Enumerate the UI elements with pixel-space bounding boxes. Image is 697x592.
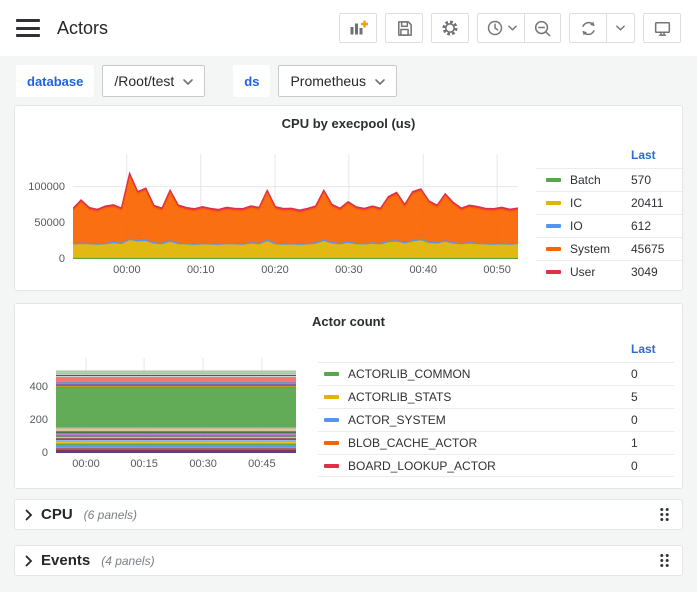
series-last-value: 20411	[631, 196, 663, 210]
panel-title[interactable]: Actor count	[15, 304, 682, 334]
legend-row[interactable]: ACTOR_SYSTEM 0	[318, 408, 674, 431]
actor-count-legend: Last ACTORLIB_COMMON 0 ACTORLIB_STATS 5 …	[318, 342, 674, 477]
save-icon	[395, 19, 414, 38]
legend-row[interactable]: IO 612	[536, 214, 682, 237]
series-last-value: 0	[631, 413, 638, 427]
series-last-value: 612	[631, 219, 651, 233]
legend-row[interactable]: BLOB_CACHE_ACTOR 1	[318, 431, 674, 454]
series-swatch	[324, 372, 339, 376]
row-drag-handle-icon[interactable]	[659, 507, 670, 522]
chevron-down-icon	[508, 25, 517, 31]
row-title: Events	[41, 552, 90, 569]
refresh-interval-dropdown[interactable]	[606, 14, 634, 42]
tv-mode-monitor-icon	[653, 19, 672, 38]
settings-button[interactable]	[432, 14, 468, 42]
series-swatch	[546, 247, 561, 251]
row-panel-count: (4 panels)	[101, 554, 154, 568]
zoom-out-icon	[533, 19, 552, 38]
refresh-icon	[579, 19, 598, 38]
top-nav-bar: Actors	[0, 0, 697, 56]
add-panel-button[interactable]	[340, 14, 376, 42]
series-swatch	[546, 224, 561, 228]
dashboard-toolbar	[339, 13, 681, 43]
actor-count-plot-area[interactable]	[56, 358, 296, 453]
series-swatch	[546, 270, 561, 274]
variable-database-dropdown[interactable]: /Root/test	[102, 65, 205, 97]
chevron-right-icon	[25, 509, 33, 521]
refresh-button[interactable]	[570, 14, 606, 42]
time-range-picker-button[interactable]	[478, 14, 524, 42]
variable-ds-dropdown[interactable]: Prometheus	[278, 65, 396, 97]
dashboard-grid: CPU by execpool (us) 050000100000 00:000…	[0, 105, 697, 576]
row-drag-handle-icon[interactable]	[659, 553, 670, 568]
variable-ds-value: Prometheus	[290, 73, 365, 89]
legend-row[interactable]: ACTORLIB_COMMON 0	[318, 362, 674, 385]
row-panel-count: (6 panels)	[84, 508, 137, 522]
series-last-value: 45675	[631, 242, 664, 256]
series-name: User	[570, 265, 595, 279]
save-dashboard-button[interactable]	[386, 14, 422, 42]
chevron-down-icon	[375, 79, 385, 85]
add-panel-icon	[348, 18, 368, 38]
zoom-out-button[interactable]	[524, 14, 560, 42]
row-events-collapsed[interactable]: Events (4 panels)	[14, 545, 683, 576]
row-cpu-collapsed[interactable]: CPU (6 panels)	[14, 499, 683, 530]
series-last-value: 570	[631, 173, 651, 187]
dashboard-title: Actors	[57, 18, 108, 39]
legend-row[interactable]: User 3049	[536, 260, 682, 283]
series-swatch	[324, 418, 339, 422]
chevron-down-icon	[183, 79, 193, 85]
series-swatch	[546, 201, 561, 205]
variable-ds-label: ds	[233, 65, 270, 97]
menu-hamburger-icon[interactable]	[16, 19, 40, 37]
legend-sort-last[interactable]: Last	[318, 342, 674, 362]
series-last-value: 0	[631, 459, 638, 473]
series-swatch	[324, 395, 339, 399]
legend-row[interactable]: BOARD_LOOKUP_ACTOR 0	[318, 454, 674, 477]
series-name: BLOB_CACHE_ACTOR	[348, 436, 477, 450]
series-name: ACTORLIB_COMMON	[348, 367, 470, 381]
legend-row[interactable]: Batch 570	[536, 168, 682, 191]
cpu-execpool-chart[interactable]: 050000100000 00:0000:1000:2000:3000:4000…	[15, 154, 518, 279]
series-last-value: 1	[631, 436, 638, 450]
cpu-execpool-legend: Last Batch 570 IC 20411 IO 612	[536, 148, 682, 283]
legend-row[interactable]: IC 20411	[536, 191, 682, 214]
series-last-value: 5	[631, 390, 638, 404]
tv-mode-button[interactable]	[644, 14, 680, 42]
series-name: Batch	[570, 173, 601, 187]
variable-database-value: /Root/test	[114, 73, 174, 89]
series-name: IO	[570, 219, 583, 233]
panel-actor-count: Actor count 0200400 00:0000:1500:3000:45…	[14, 303, 683, 489]
series-name: System	[570, 242, 610, 256]
legend-row[interactable]: ACTORLIB_STATS 5	[318, 385, 674, 408]
x-axis-labels: 00:0000:1000:2000:3000:4000:50	[73, 259, 518, 279]
panel-cpu-by-execpool: CPU by execpool (us) 050000100000 00:000…	[14, 105, 683, 291]
legend-row[interactable]: System 45675	[536, 237, 682, 260]
variable-database-label: database	[16, 65, 94, 97]
row-title: CPU	[41, 506, 73, 523]
series-name: IC	[570, 196, 582, 210]
actor-count-chart[interactable]: 0200400 00:0000:1500:3000:45	[15, 358, 296, 473]
series-swatch	[546, 178, 561, 182]
chevron-right-icon	[25, 555, 33, 567]
x-axis-labels: 00:0000:1500:3000:45	[56, 453, 296, 473]
y-axis-labels: 0200400	[15, 358, 56, 453]
series-swatch	[324, 464, 339, 468]
series-swatch	[324, 441, 339, 445]
series-last-value: 0	[631, 367, 638, 381]
series-last-value: 3049	[631, 265, 658, 279]
cpu-execpool-plot-area[interactable]	[73, 154, 518, 259]
time-range-clock-icon	[486, 19, 504, 37]
panel-title[interactable]: CPU by execpool (us)	[15, 106, 682, 136]
series-name: ACTOR_SYSTEM	[348, 413, 446, 427]
variables-row: database /Root/test ds Prometheus	[0, 56, 697, 103]
series-name: ACTORLIB_STATS	[348, 390, 451, 404]
refresh-interval-chevron-icon	[616, 25, 625, 31]
legend-sort-last[interactable]: Last	[536, 148, 682, 168]
settings-gear-icon	[440, 18, 460, 38]
y-axis-labels: 050000100000	[15, 154, 73, 259]
series-name: BOARD_LOOKUP_ACTOR	[348, 459, 496, 473]
